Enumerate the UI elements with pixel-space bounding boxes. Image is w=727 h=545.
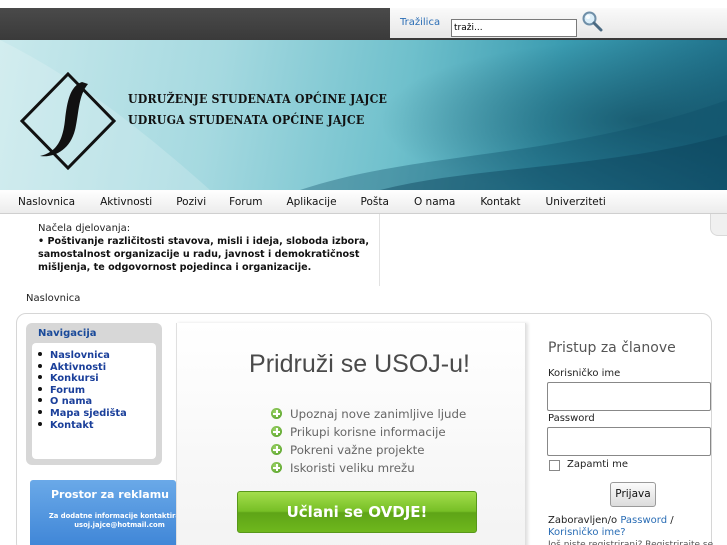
navigation-box: Navigacija Naslovnica Aktivnosti Konkurs… [26, 323, 162, 465]
bullet-icon [38, 386, 42, 391]
search-zone: Tražilica [390, 8, 727, 38]
login-title: Pristup za članove [548, 340, 676, 356]
nav-item-posta[interactable]: Pošta [337, 190, 389, 208]
bullet-icon [38, 409, 42, 414]
register-link[interactable]: Još niste registrirani? Registrirajte se [548, 539, 718, 545]
username-label: Korisničko ime [548, 368, 621, 379]
side-link-mapa-sjedista[interactable]: Mapa sjedišta [38, 408, 127, 420]
bullet-icon [38, 398, 42, 403]
nav-item-o-nama[interactable]: O nama [389, 190, 455, 208]
header-banner: UDRUŽENJE STUDENATA OPĆINE JAJCE UDRUGA … [0, 40, 727, 190]
plus-icon [271, 426, 282, 437]
plus-icon [271, 408, 282, 419]
benefit-item: Upoznaj nove zanimljive ljude [271, 405, 466, 423]
search-input[interactable] [451, 19, 577, 37]
nav-item-naslovnica[interactable]: Naslovnica [0, 190, 75, 208]
username-field[interactable] [547, 382, 711, 411]
side-link-naslovnica[interactable]: Naslovnica [38, 350, 127, 362]
bullet-icon [38, 352, 42, 356]
password-label: Password [548, 413, 595, 424]
forgot-credentials: Zaboravljen/o Password / Korisničko ime? [548, 515, 674, 538]
side-link-konkursi[interactable]: Konkursi [38, 373, 127, 385]
nav-item-univerziteti[interactable]: Univerziteti [521, 190, 606, 208]
site-title: UDRUŽENJE STUDENATA OPĆINE JAJCE UDRUGA … [128, 88, 387, 130]
join-panel: Pridruži se USOJ-u! Upoznaj nove zanimlj… [176, 323, 526, 545]
advertising-box[interactable]: Prostor za reklamu Za dodatne informacij… [30, 480, 176, 545]
forgot-username-link[interactable]: Korisničko ime? [548, 527, 626, 538]
site-logo[interactable] [20, 72, 116, 170]
nav-item-pozivi[interactable]: Pozivi [152, 190, 206, 208]
nav-item-forum[interactable]: Forum [206, 190, 262, 208]
search-label: Tražilica [400, 17, 441, 28]
remember-me-label: Zapamti me [567, 459, 628, 470]
password-field[interactable] [547, 427, 711, 456]
bullet-icon [38, 363, 42, 368]
benefits-list: Upoznaj nove zanimljive ljude Prikupi ko… [271, 405, 466, 477]
join-button[interactable]: Učlani se OVDJE! [237, 491, 477, 533]
advertising-text: Za dodatne informacije kontaktirajte uso… [48, 512, 176, 529]
remember-me-checkbox[interactable] [549, 460, 560, 471]
main-navigation: Naslovnica Aktivnosti Pozivi Forum Aplik… [0, 190, 727, 214]
side-link-o-nama[interactable]: O nama [38, 396, 127, 408]
side-link-forum[interactable]: Forum [38, 385, 127, 397]
navigation-box-title: Navigacija [38, 328, 97, 339]
site-title-line-2: UDRUGA STUDENATA OPĆINE JAJCE [128, 112, 365, 127]
side-tab-decoration [710, 214, 727, 236]
benefit-item: Pokreni važne projekte [271, 441, 466, 459]
search-icon[interactable] [581, 10, 603, 32]
bullet-icon [38, 421, 42, 426]
advertising-title: Prostor za reklamu [50, 488, 169, 501]
plus-icon [271, 462, 282, 473]
login-button[interactable]: Prijava [610, 482, 656, 507]
plus-icon [271, 444, 282, 455]
breadcrumb: Naslovnica [26, 293, 81, 304]
principles-label: Načela djelovanja: [38, 223, 131, 234]
side-link-kontakt[interactable]: Kontakt [38, 420, 127, 432]
principles-box: Načela djelovanja: • Poštivanje različit… [18, 214, 380, 286]
principles-text: • Poštivanje različitosti stavova, misli… [38, 236, 370, 273]
join-title: Pridruži se USOJ-u! [249, 350, 470, 378]
bullet-icon [38, 375, 42, 380]
benefit-item: Iskoristi veliku mrežu [271, 459, 466, 477]
top-bar: Tražilica [0, 0, 727, 40]
navigation-box-list: Naslovnica Aktivnosti Konkursi Forum O n… [32, 343, 156, 459]
benefit-item: Prikupi korisne informacije [271, 423, 466, 441]
forgot-password-link[interactable]: Password [620, 515, 667, 526]
nav-item-kontakt[interactable]: Kontakt [455, 190, 520, 208]
nav-item-aktivnosti[interactable]: Aktivnosti [75, 190, 152, 208]
side-link-aktivnosti[interactable]: Aktivnosti [38, 362, 127, 374]
nav-item-aplikacije[interactable]: Aplikacije [262, 190, 336, 208]
site-title-line-1: UDRUŽENJE STUDENATA OPĆINE JAJCE [128, 91, 388, 106]
